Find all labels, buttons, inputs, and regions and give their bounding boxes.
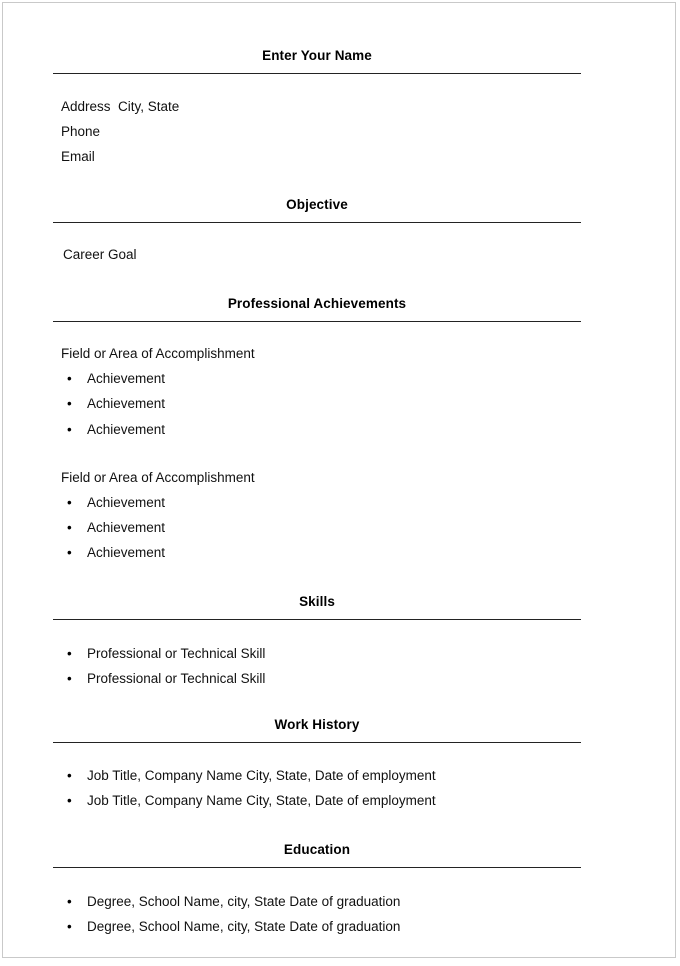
divider <box>53 867 581 868</box>
bullet-icon: • <box>67 793 72 808</box>
list-item-label: Professional or Technical Skill <box>87 646 266 661</box>
bullet-icon: • <box>67 520 72 535</box>
list-item[interactable]: • Professional or Technical Skill <box>55 646 265 662</box>
work-history-rule <box>53 742 581 743</box>
objective-career-goal[interactable]: Career Goal <box>63 247 137 263</box>
list-item-label: Achievement <box>87 396 166 411</box>
divider <box>53 73 581 74</box>
divider <box>53 321 581 322</box>
bullet-icon: • <box>67 396 72 411</box>
list-item[interactable]: • Job Title, Company Name City, State, D… <box>55 793 436 809</box>
list-item[interactable]: • Degree, School Name, city, State Date … <box>55 894 400 910</box>
list-item-label: Achievement <box>87 371 166 386</box>
list-item[interactable]: • Professional or Technical Skill <box>55 671 265 687</box>
list-item-label: Professional or Technical Skill <box>87 671 266 686</box>
bullet-icon: • <box>67 646 72 661</box>
professional-achievements-rule <box>53 321 581 322</box>
list-item-label: Achievement <box>87 520 166 535</box>
list-item-label: Achievement <box>87 422 166 437</box>
bullet-icon: • <box>67 671 72 686</box>
list-item[interactable]: • Achievement <box>55 371 165 387</box>
bullet-icon: • <box>67 371 72 386</box>
section-heading-education: Education <box>283 842 351 857</box>
divider <box>53 222 581 223</box>
list-item-label: Job Title, Company Name City, State, Dat… <box>87 768 436 783</box>
achievement-group-heading[interactable]: Field or Area of Accomplishment <box>61 470 255 486</box>
list-item[interactable]: • Achievement <box>55 495 165 511</box>
contact-phone-line[interactable]: Phone <box>61 124 100 140</box>
achievement-group-heading[interactable]: Field or Area of Accomplishment <box>61 346 255 362</box>
list-item-label: Achievement <box>87 495 166 510</box>
name-heading-block: Enter Your Name <box>53 48 581 64</box>
contact-address-line[interactable]: Address City, State <box>61 99 179 115</box>
resume-content: Enter Your Name Address City, State Phon… <box>53 3 631 957</box>
skills-rule <box>53 619 581 620</box>
list-item[interactable]: • Job Title, Company Name City, State, D… <box>55 768 436 784</box>
list-item[interactable]: • Achievement <box>55 545 165 561</box>
resume-page: Enter Your Name Address City, State Phon… <box>2 2 676 958</box>
list-item-label: Degree, School Name, city, State Date of… <box>87 919 401 934</box>
name-rule <box>53 73 581 74</box>
list-item-label: Achievement <box>87 545 166 560</box>
education-rule <box>53 867 581 868</box>
divider <box>53 742 581 743</box>
list-item-label: Degree, School Name, city, State Date of… <box>87 894 401 909</box>
page-title[interactable]: Enter Your Name <box>53 48 581 64</box>
section-heading-skills: Skills <box>299 594 335 609</box>
objective-rule <box>53 222 581 223</box>
bullet-icon: • <box>67 919 72 934</box>
list-item[interactable]: • Achievement <box>55 422 165 438</box>
bullet-icon: • <box>67 422 72 437</box>
section-heading-work-history: Work History <box>274 717 360 732</box>
divider <box>53 619 581 620</box>
bullet-icon: • <box>67 768 72 783</box>
list-item[interactable]: • Achievement <box>55 520 165 536</box>
contact-email-line[interactable]: Email <box>61 149 95 165</box>
list-item[interactable]: • Degree, School Name, city, State Date … <box>55 919 400 935</box>
list-item-label: Job Title, Company Name City, State, Dat… <box>87 793 436 808</box>
section-heading-professional-achievements: Professional Achievements <box>227 296 407 311</box>
bullet-icon: • <box>67 545 72 560</box>
bullet-icon: • <box>67 894 72 909</box>
bullet-icon: • <box>67 495 72 510</box>
list-item[interactable]: • Achievement <box>55 396 165 412</box>
section-heading-objective: Objective <box>286 197 348 212</box>
